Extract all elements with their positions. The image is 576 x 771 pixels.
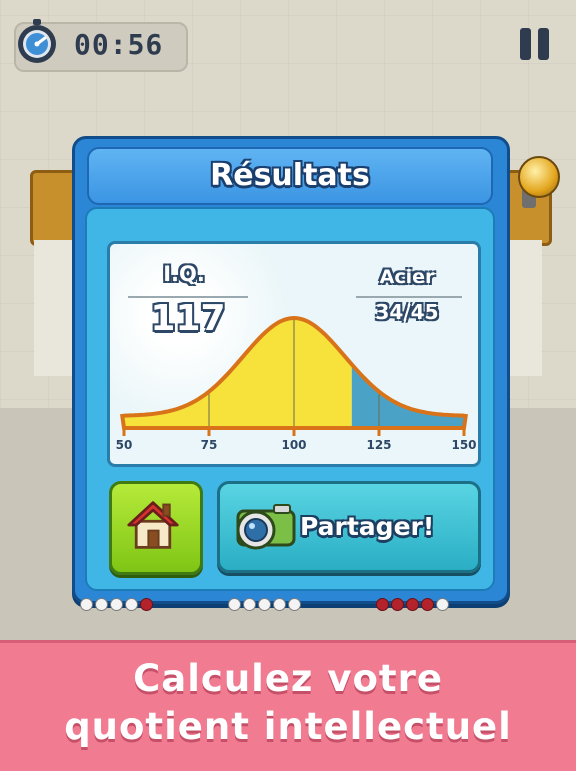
progress-dot-filled [406, 598, 419, 611]
stopwatch-icon [18, 19, 56, 63]
iq-bell-curve [120, 316, 468, 436]
dialog-title-bar: Résultats [87, 147, 493, 205]
progress-dot-empty [288, 598, 301, 611]
timer-text: 00:56 [74, 28, 164, 61]
progress-dot-empty [95, 598, 108, 611]
tick-label-125: 125 [366, 438, 392, 452]
progress-dots-group [228, 598, 301, 612]
progress-dot-empty [125, 598, 138, 611]
tick-label-150: 150 [451, 438, 477, 452]
caption-line-2: quotient intellectuel [64, 705, 512, 748]
home-button[interactable] [109, 481, 203, 575]
progress-dot-empty [243, 598, 256, 611]
share-button-label: Partager! [300, 512, 435, 541]
progress-dot-empty [436, 598, 449, 611]
camera-icon [236, 504, 296, 550]
progress-dots-group [80, 598, 153, 612]
tick-label-100: 100 [281, 438, 307, 452]
caption-banner: Calculez votre quotient intellectuel [0, 640, 576, 771]
progress-dot-empty [80, 598, 93, 611]
share-button[interactable]: Partager! [217, 481, 481, 573]
dialog-body: I.Q. 117 Acier 34/45 50 75 100 125 150 P… [85, 207, 495, 591]
house-icon [127, 501, 179, 549]
results-dialog: Résultats I.Q. 117 Acier 34/45 50 75 100… [72, 136, 510, 604]
progress-dot-empty [273, 598, 286, 611]
progress-dot-filled [421, 598, 434, 611]
pause-icon[interactable] [520, 28, 552, 60]
progress-dot-empty [110, 598, 123, 611]
progress-dot-filled [391, 598, 404, 611]
progress-dot-filled [376, 598, 389, 611]
progress-dot-filled [140, 598, 153, 611]
iq-graph-panel: I.Q. 117 Acier 34/45 50 75 100 125 150 [107, 241, 481, 467]
progress-dot-empty [258, 598, 271, 611]
progress-dot-empty [228, 598, 241, 611]
progress-dots-group [376, 598, 449, 612]
dialog-title: Résultats [210, 158, 370, 193]
caption-line-1: Calculez votre [133, 657, 443, 700]
tick-label-50: 50 [115, 438, 133, 452]
pin-icon [518, 156, 560, 198]
tick-label-75: 75 [200, 438, 218, 452]
